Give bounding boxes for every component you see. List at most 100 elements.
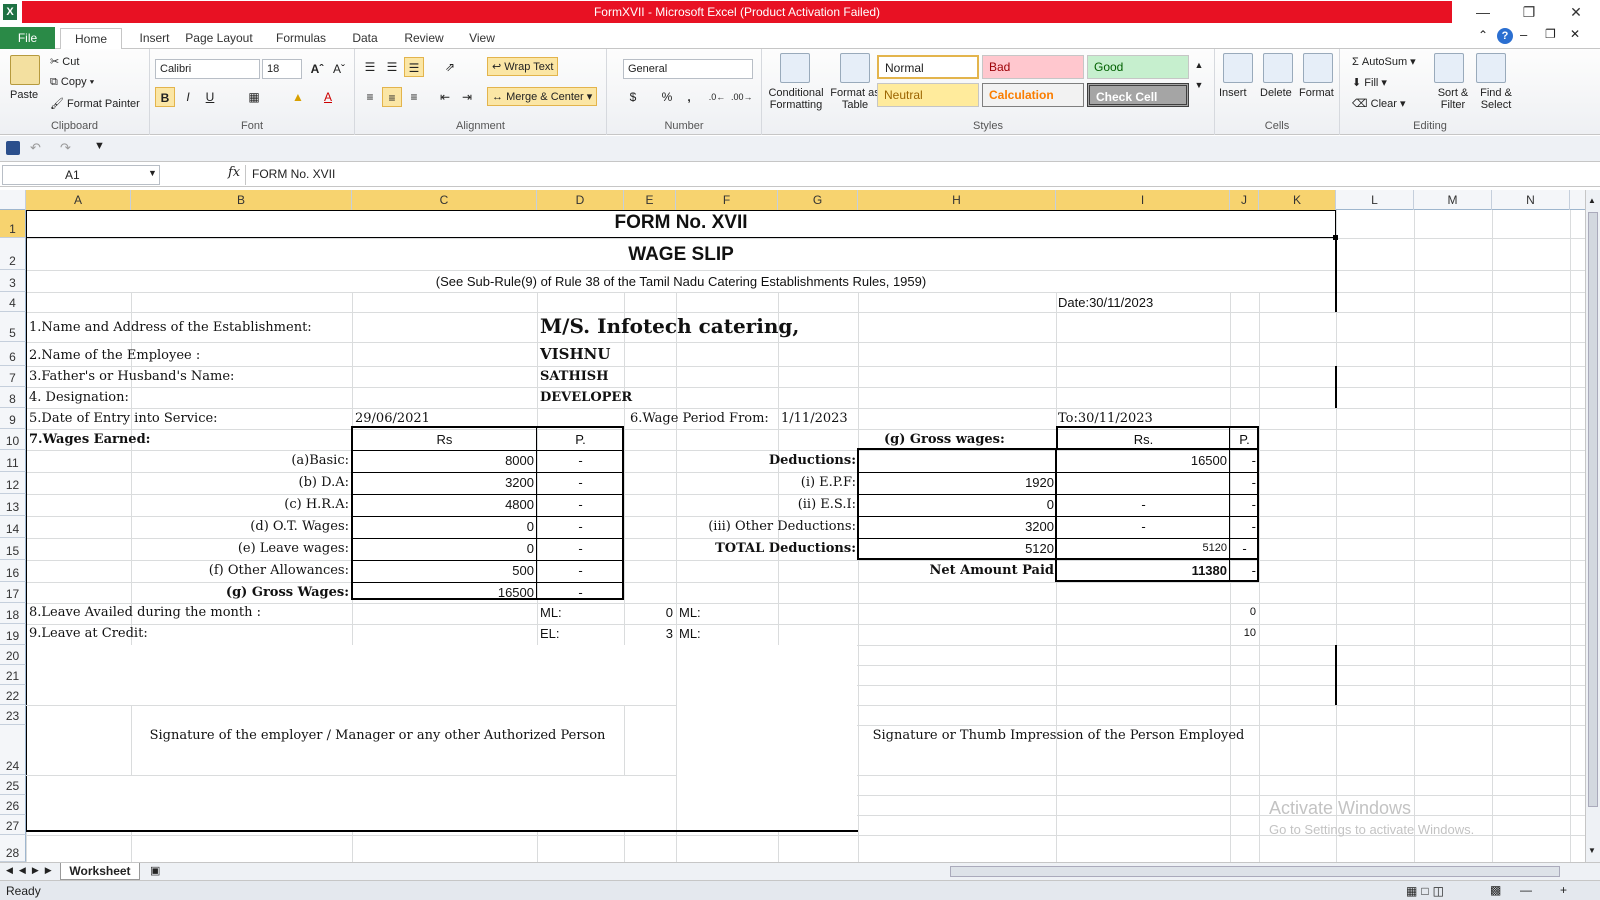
row-header-25[interactable]: 25 xyxy=(0,775,26,795)
row-header-4[interactable]: 4 xyxy=(0,292,26,312)
undo-icon[interactable]: ↶ xyxy=(30,140,41,156)
fill-button[interactable]: ⬇ Fill ▾ xyxy=(1352,76,1387,89)
column-header-b[interactable]: B xyxy=(131,190,352,210)
name-box-dropdown-icon[interactable]: ▼ xyxy=(148,168,157,178)
delete-cells-button[interactable]: Delete xyxy=(1260,87,1292,99)
row-header-26[interactable]: 26 xyxy=(0,795,26,815)
scroll-up-icon[interactable]: ▲ xyxy=(1588,196,1596,205)
underline-button[interactable]: U xyxy=(200,87,220,107)
format-cells-button[interactable]: Format xyxy=(1299,87,1334,99)
copy-button[interactable]: ⧉ Copy ▾ xyxy=(50,76,94,89)
column-header-d[interactable]: D xyxy=(537,190,624,210)
tab-home[interactable]: Home xyxy=(60,28,122,50)
select-all-corner[interactable] xyxy=(0,190,26,210)
restore-icon[interactable]: ❐ xyxy=(1518,3,1540,21)
sheet-nav-icons[interactable]: ◀◀▶▶ xyxy=(6,865,58,876)
sheet-tab-worksheet[interactable]: Worksheet xyxy=(60,863,140,880)
column-header-j[interactable]: J xyxy=(1230,190,1259,210)
column-header-a[interactable]: A xyxy=(26,190,131,210)
font-size-select[interactable]: 18 xyxy=(262,59,302,79)
delete-cells-icon[interactable] xyxy=(1263,53,1293,83)
column-header-m[interactable]: M xyxy=(1414,190,1492,210)
horizontal-scrollbar[interactable] xyxy=(950,866,1560,877)
find-select-button[interactable]: Find & Select xyxy=(1474,87,1518,111)
close-icon[interactable]: ✕ xyxy=(1565,3,1587,21)
bold-button[interactable]: B xyxy=(155,87,175,107)
vertical-scrollbar[interactable]: ▲ ▼ xyxy=(1585,190,1600,862)
redo-icon[interactable]: ↷ xyxy=(60,140,71,156)
column-header-e[interactable]: E xyxy=(624,190,676,210)
conditional-formatting-button[interactable]: Conditional Formatting xyxy=(766,87,826,111)
percent-button[interactable]: % xyxy=(657,87,677,107)
currency-button[interactable]: $ xyxy=(623,87,643,107)
sort-filter-icon[interactable] xyxy=(1434,53,1464,83)
row-header-13[interactable]: 13 xyxy=(0,494,26,516)
conditional-formatting-icon[interactable] xyxy=(780,53,810,83)
name-box[interactable]: A1 xyxy=(2,165,160,185)
new-sheet-icon[interactable]: ▣ xyxy=(150,864,160,877)
column-header-k[interactable]: K xyxy=(1259,190,1336,210)
format-as-table-button[interactable]: Format as Table xyxy=(830,87,880,111)
align-top-icon[interactable]: ☰ xyxy=(360,57,380,77)
tab-insert[interactable]: Insert xyxy=(127,28,182,49)
zoom-in-icon[interactable]: + xyxy=(1560,883,1567,897)
row-header-7[interactable]: 7 xyxy=(0,366,26,387)
increase-indent-icon[interactable]: ⇥ xyxy=(457,87,477,107)
style-normal[interactable]: Normal xyxy=(877,55,979,79)
row-header-19[interactable]: 19 xyxy=(0,624,26,645)
comma-button[interactable]: , xyxy=(679,87,699,107)
decrease-indent-icon[interactable]: ⇤ xyxy=(435,87,455,107)
column-header-g[interactable]: G xyxy=(778,190,858,210)
column-header-c[interactable]: C xyxy=(352,190,537,210)
number-format-select[interactable]: General xyxy=(623,59,753,79)
borders-icon[interactable]: ▦ xyxy=(244,87,264,107)
fx-icon[interactable]: fx xyxy=(228,165,240,180)
row-header-16[interactable]: 16 xyxy=(0,560,26,582)
find-select-icon[interactable] xyxy=(1476,53,1506,83)
row-header-18[interactable]: 18 xyxy=(0,603,26,624)
font-name-select[interactable]: Calibri xyxy=(155,59,260,79)
row-header-22[interactable]: 22 xyxy=(0,685,26,705)
autosum-button[interactable]: Σ AutoSum ▾ xyxy=(1352,55,1416,68)
row-header-10[interactable]: 10 xyxy=(0,429,26,450)
scroll-thumb[interactable] xyxy=(1588,212,1598,807)
insert-cells-button[interactable]: Insert xyxy=(1219,87,1247,99)
row-header-17[interactable]: 17 xyxy=(0,582,26,603)
row-header-1[interactable]: 1 xyxy=(0,210,26,238)
row-header-21[interactable]: 21 xyxy=(0,665,26,685)
orientation-icon[interactable]: ⇗ xyxy=(440,57,460,77)
row-header-12[interactable]: 12 xyxy=(0,472,26,494)
ribbon-restore-icon[interactable]: ❐ xyxy=(1545,27,1556,41)
help-icon[interactable]: ? xyxy=(1497,28,1513,44)
sort-filter-button[interactable]: Sort & Filter xyxy=(1434,87,1472,111)
view-buttons[interactable]: ▦□◫ xyxy=(1406,884,1448,898)
style-calculation[interactable]: Calculation xyxy=(982,83,1084,107)
ribbon-minimize-icon[interactable]: – xyxy=(1520,27,1527,42)
tab-review[interactable]: Review xyxy=(400,28,448,49)
row-header-9[interactable]: 9 xyxy=(0,408,26,429)
zoom-out-icon[interactable]: — xyxy=(1520,883,1532,897)
clear-button[interactable]: ⌫ Clear ▾ xyxy=(1352,97,1406,110)
tab-file[interactable]: File xyxy=(0,27,55,49)
row-header-8[interactable]: 8 xyxy=(0,387,26,408)
insert-cells-icon[interactable] xyxy=(1223,53,1253,83)
tab-view[interactable]: View xyxy=(462,28,502,49)
format-cells-icon[interactable] xyxy=(1303,53,1333,83)
format-painter-button[interactable]: 🖌 Format Painter xyxy=(50,97,140,110)
row-header-24[interactable]: 24 xyxy=(0,725,26,775)
row-header-6[interactable]: 6 xyxy=(0,342,26,366)
row-header-20[interactable]: 20 xyxy=(0,645,26,665)
styles-scroll-icon[interactable]: ▲ ▼ xyxy=(1192,55,1206,90)
customize-qat-icon[interactable]: ▼ xyxy=(94,140,105,152)
column-header-n[interactable]: N xyxy=(1492,190,1570,210)
chevron-up-icon[interactable]: ⌃ xyxy=(1478,28,1488,42)
row-header-15[interactable]: 15 xyxy=(0,538,26,560)
row-header-27[interactable]: 27 xyxy=(0,815,26,835)
worksheet-grid[interactable]: FORM No. XVII WAGE SLIP (See Sub-Rule(9)… xyxy=(26,210,1585,862)
scroll-down-icon[interactable]: ▼ xyxy=(1588,846,1596,855)
column-header-i[interactable]: I xyxy=(1056,190,1230,210)
align-bottom-icon[interactable]: ☰ xyxy=(404,57,424,77)
minimize-icon[interactable]: — xyxy=(1472,3,1494,21)
paste-icon[interactable] xyxy=(10,55,40,85)
format-table-icon[interactable] xyxy=(840,53,870,83)
